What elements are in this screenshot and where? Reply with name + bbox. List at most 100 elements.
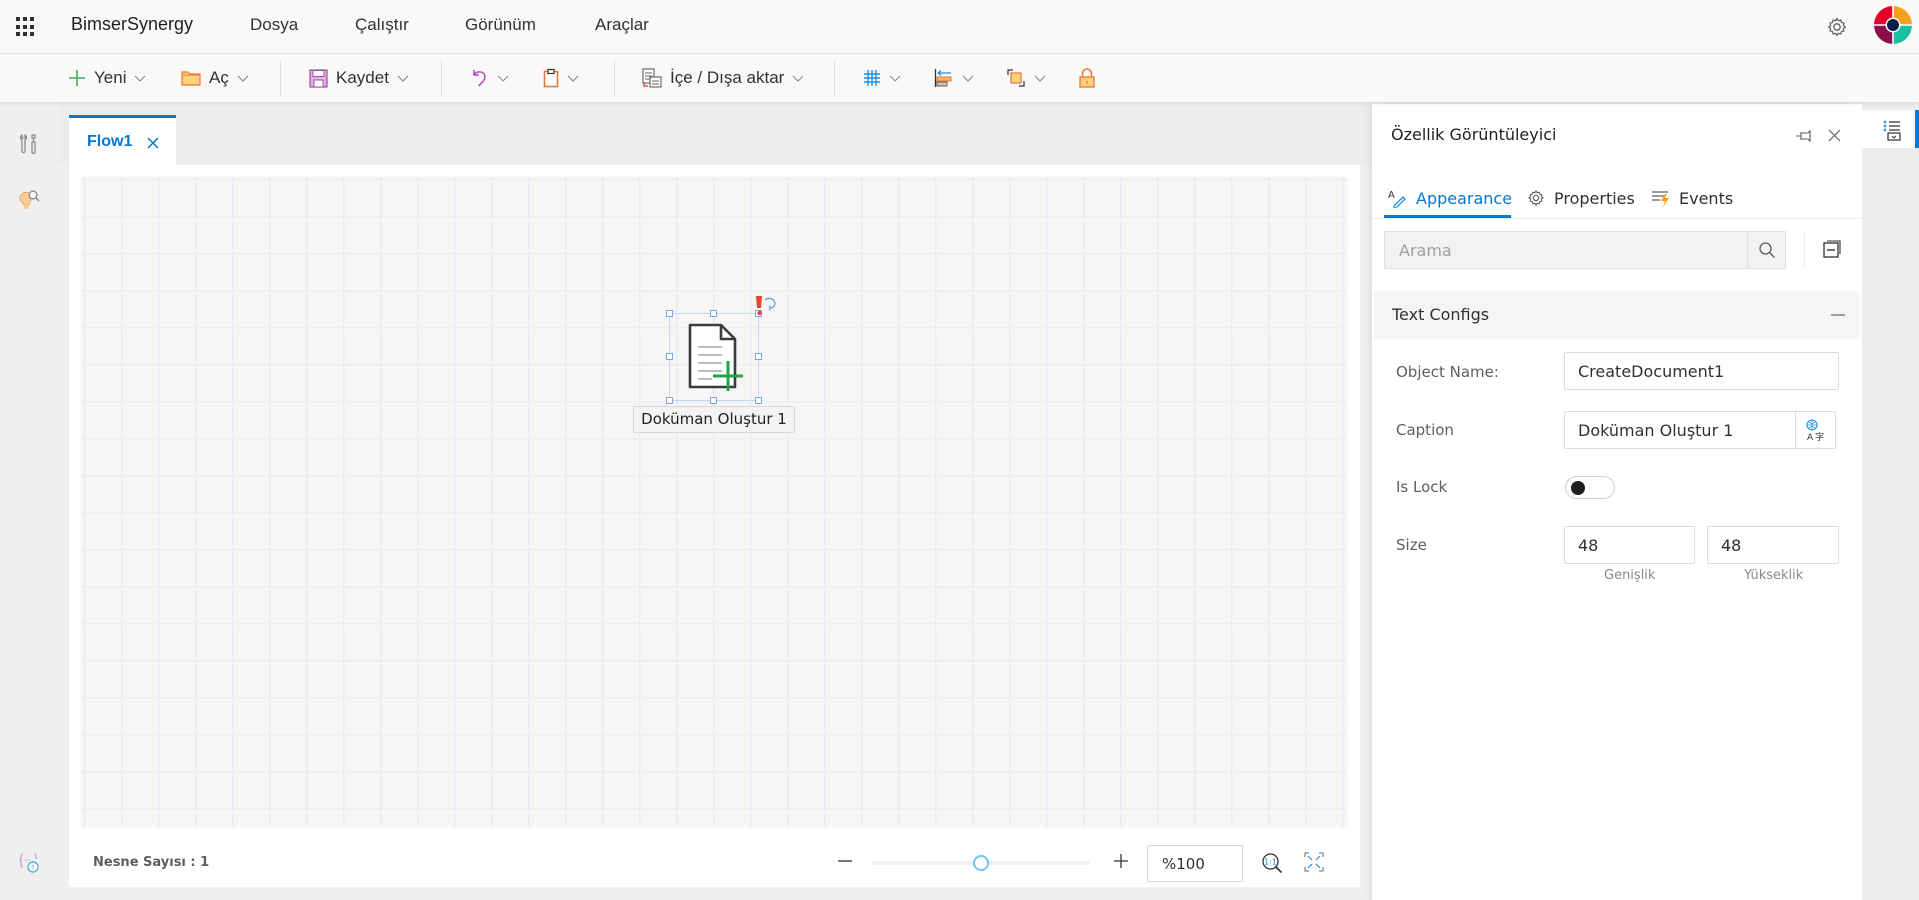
divider [1804,233,1805,269]
toolbar: Yeni Aç Kaydet İçe / Dışa aktar [0,54,1919,102]
zoom-out-icon[interactable] [836,852,854,870]
gear-icon [1528,190,1544,206]
zoom-in-icon[interactable] [1112,852,1130,870]
open-button[interactable]: Aç [181,54,249,102]
import-export-icon [642,68,662,88]
waffle-icon[interactable] [16,17,36,37]
appearance-icon: A [1388,190,1406,208]
tab-strip [58,102,1372,165]
menu-dosya[interactable]: Dosya [250,15,298,35]
save-button[interactable]: Kaydet [309,54,409,102]
is-lock-toggle[interactable] [1565,476,1615,499]
search-input[interactable] [1385,232,1747,268]
section-title: Text Configs [1392,305,1490,324]
resize-handle[interactable] [666,310,673,317]
translate-button[interactable]: A 字 [1795,411,1836,449]
toggle-knob [1571,481,1585,495]
resize-handle[interactable] [710,310,717,317]
svg-text:?: ? [31,864,35,872]
width-input[interactable] [1564,526,1695,564]
object-count: Nesne Sayısı : 1 [93,855,210,870]
paste-button[interactable] [543,54,579,102]
resize-handle[interactable] [666,353,673,360]
search-icon [1758,242,1775,258]
undo-button[interactable] [471,54,509,102]
import-export-label: İçe / Dışa aktar [670,68,785,87]
menu-calistir[interactable]: Çalıştır [355,15,409,35]
close-icon[interactable] [1828,129,1841,142]
left-rail [0,102,58,900]
width-sublabel: Genişlik [1604,568,1656,583]
property-list-icon [1883,120,1901,141]
folder-icon [181,71,201,86]
translate-icon: A 字 [1805,419,1824,441]
toolbar-divider [834,60,835,96]
tab-flow1[interactable]: Flow1 [69,115,176,165]
close-icon[interactable] [146,136,160,150]
is-lock-label: Is Lock [1396,478,1448,496]
tab-events[interactable]: Events [1651,178,1733,218]
object-name-label: Object Name: [1396,363,1499,381]
lightbulb-search-icon[interactable] [17,188,41,212]
undo-icon [473,70,486,87]
property-viewer-toggle[interactable] [1862,110,1919,148]
app-brand[interactable]: BimserSynergy [71,14,193,35]
height-input[interactable] [1707,526,1839,564]
svg-text:A: A [1388,190,1395,201]
chevron-down-icon [237,75,249,82]
property-panel [1372,104,1862,900]
create-document-icon[interactable] [686,323,746,393]
zoom-actual-size-icon[interactable]: 1:1 [1261,852,1283,874]
toolbar-divider [441,60,442,96]
toolbar-divider [614,60,615,96]
save-label: Kaydet [336,68,389,87]
align-left-icon [934,69,952,87]
tab-properties-label: Properties [1554,188,1635,208]
resize-handle[interactable] [755,353,762,360]
collapse-all-icon[interactable] [1822,239,1842,259]
collapse-section-icon[interactable] [1831,314,1845,316]
chevron-down-icon [397,75,409,82]
object-name-input[interactable] [1564,352,1839,390]
new-label: Yeni [94,68,127,87]
tab-appearance[interactable]: A Appearance [1388,178,1512,218]
zoom-level-input[interactable] [1147,845,1243,882]
lock-button[interactable] [1078,54,1096,102]
arrange-button[interactable] [1006,54,1046,102]
caption-input[interactable] [1564,411,1796,449]
search-button[interactable] [1747,232,1785,268]
chevron-down-icon [497,75,509,82]
resize-handle[interactable] [666,397,673,404]
menu-gorunum[interactable]: Görünüm [465,15,536,35]
height-sublabel: Yükseklik [1744,568,1804,583]
rotate-icon[interactable] [762,295,778,311]
zoom-slider-thumb[interactable] [973,855,989,871]
company-logo-avatar[interactable] [1873,5,1913,45]
gear-icon[interactable] [1825,15,1849,39]
grid-button[interactable] [863,54,901,102]
wrench-screwdriver-icon[interactable] [17,132,41,156]
chevron-down-icon [567,75,579,82]
tabs-divider [1372,218,1862,219]
flow-canvas[interactable] [81,177,1347,827]
tab-properties[interactable]: Properties [1526,178,1635,218]
braces-help-icon[interactable]: ? [17,851,41,875]
new-button[interactable]: Yeni [68,54,146,102]
node-caption[interactable]: Doküman Oluştur 1 [633,406,795,433]
caption-label: Caption [1396,421,1454,439]
resize-handle[interactable] [710,397,717,404]
menu-araclar[interactable]: Araçlar [595,15,649,35]
import-export-button[interactable]: İçe / Dışa aktar [642,54,804,102]
chevron-down-icon [135,75,146,82]
grid-icon [864,70,880,86]
align-button[interactable] [934,54,974,102]
tab-flow1-label: Flow1 [87,133,133,150]
chevron-down-icon [792,75,804,82]
plus-icon [69,70,85,86]
active-indicator [1915,110,1919,148]
fit-to-screen-icon[interactable] [1304,852,1324,872]
resize-handle[interactable] [755,397,762,404]
pin-icon[interactable] [1795,128,1813,144]
property-panel-title: Özellik Görüntüleyici [1391,125,1557,144]
bring-front-icon [1007,69,1025,87]
